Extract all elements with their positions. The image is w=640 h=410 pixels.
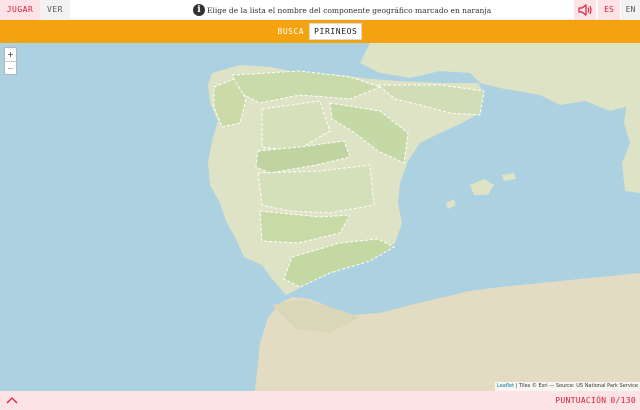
map[interactable]: + − Leaflet | Tiles © Esri — Source: US … (0, 43, 640, 391)
leaflet-link[interactable]: Leaflet (497, 383, 514, 389)
zoom-control: + − (4, 47, 17, 75)
map-attribution: Leaflet | Tiles © Esri — Source: US Nati… (495, 382, 640, 391)
search-label: BUSCA (277, 27, 305, 36)
chevron-up-icon (6, 397, 18, 404)
search-target: PIRINEOS (309, 23, 363, 40)
bottom-bar: PUNTUACIÓN 0/130 (0, 391, 640, 410)
zoom-in-button[interactable]: + (5, 48, 16, 61)
instruction-text: Elige de la lista el nombre del componen… (207, 5, 492, 15)
tab-jugar[interactable]: JUGAR (0, 0, 40, 20)
score-value: 0/130 (610, 396, 636, 405)
zoom-out-button[interactable]: − (5, 61, 16, 75)
expand-button[interactable] (4, 393, 20, 407)
lang-en-button[interactable]: EN (621, 0, 640, 20)
info-icon[interactable]: i (193, 4, 205, 16)
attribution-text: | Tiles © Esri — Source: US National Par… (515, 383, 638, 389)
region-meseta-sur (257, 164, 375, 214)
score: PUNTUACIÓN 0/130 (555, 391, 636, 410)
speaker-icon (578, 4, 592, 16)
search-bar: BUSCA PIRINEOS (0, 20, 640, 43)
tab-ver[interactable]: VER (40, 0, 70, 20)
score-label: PUNTUACIÓN (555, 396, 607, 405)
lang-es-button[interactable]: ES (598, 0, 620, 20)
map-canvas[interactable] (0, 43, 640, 391)
sound-button[interactable] (574, 0, 596, 20)
instruction: i Elige de la lista el nombre del compon… (193, 3, 491, 17)
